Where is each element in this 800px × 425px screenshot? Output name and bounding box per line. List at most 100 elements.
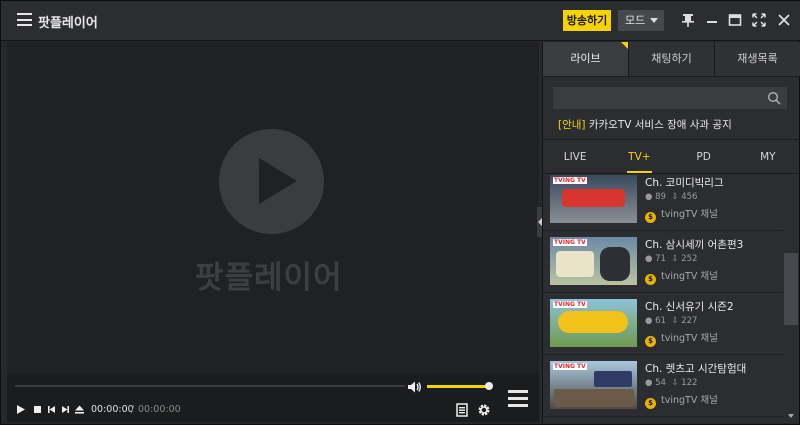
- video-area[interactable]: 팟플레이어: [7, 42, 539, 374]
- minimize-icon[interactable]: [704, 12, 720, 28]
- viewer-icon: ●: [645, 378, 653, 388]
- playlist-icon[interactable]: [455, 402, 469, 417]
- panel-tabs: 라이브 채팅하기 재생목록: [543, 42, 800, 77]
- search-input[interactable]: [553, 87, 787, 109]
- panel-list-toggle-icon[interactable]: [508, 390, 528, 407]
- thumbnail-art: [594, 371, 632, 387]
- like-count: 122: [681, 378, 698, 388]
- item-title: Ch. 신서유기 시즌2: [645, 301, 734, 313]
- play-icon[interactable]: [15, 404, 26, 415]
- channel-name: tvingTV 채널: [661, 395, 718, 406]
- eject-icon[interactable]: [74, 404, 85, 415]
- thumbnail-art: [562, 189, 625, 207]
- like-icon: ⇩: [671, 378, 679, 388]
- item-title: Ch. 코미디빅리그: [645, 177, 724, 189]
- previous-icon[interactable]: [46, 404, 57, 415]
- speaker-icon[interactable]: [407, 379, 422, 393]
- list-item[interactable]: TVING TV Ch. 삼시세끼 어촌편3 ● 71 ⇩ 252 $ tving…: [543, 231, 783, 293]
- thumbnail: TVING TV: [550, 175, 637, 223]
- list-item[interactable]: TVING TV Ch. 렛츠고 시간탐험대 ● 54 ⇩ 122 $ tving…: [543, 355, 783, 417]
- logo-text: 팟플레이어: [195, 260, 343, 296]
- seek-bar[interactable]: [15, 385, 405, 387]
- pin-icon[interactable]: [680, 12, 696, 28]
- next-icon[interactable]: [60, 404, 71, 415]
- caret-down-icon: [650, 18, 658, 23]
- side-panel: 라이브 채팅하기 재생목록 [안내] 카카오TV 서비스 장애 사과 공지 LI…: [542, 42, 800, 423]
- volume-knob[interactable]: [485, 382, 493, 390]
- hamburger-menu-icon[interactable]: [17, 13, 32, 26]
- control-bar: 00:00:00 / 00:00:00: [7, 374, 539, 422]
- play-icon-large[interactable]: [219, 129, 324, 234]
- tab-chat[interactable]: 채팅하기: [629, 42, 715, 76]
- channel-list: TVING TV Ch. 코미디빅리그 ● 89 ⇩ 456 $ tvingTV …: [543, 174, 783, 423]
- scrollbar-thumb[interactable]: [784, 253, 798, 325]
- thumbnail: TVING TV: [550, 237, 637, 285]
- tab-live[interactable]: 라이브: [543, 42, 629, 76]
- mode-label: 모드: [625, 14, 646, 27]
- viewer-count: 89: [655, 192, 666, 202]
- tving-logo: TVING TV: [553, 239, 587, 246]
- viewer-count: 61: [655, 316, 666, 326]
- thumbnail: TVING TV: [550, 361, 637, 409]
- like-icon: ⇩: [671, 316, 679, 326]
- like-icon: ⇩: [671, 254, 679, 264]
- tab-my[interactable]: MY: [736, 140, 800, 173]
- item-stats: ● 71 ⇩ 252: [645, 254, 697, 264]
- active-corner-marker: [621, 42, 628, 49]
- thumbnail-figure: [600, 247, 630, 281]
- viewer-icon: ●: [645, 254, 653, 264]
- category-tabs: LIVE TV+ PD MY: [543, 139, 800, 174]
- app-title: 팟플레이어: [38, 16, 98, 31]
- scroll-down-arrow-icon[interactable]: [788, 414, 794, 418]
- broadcast-button[interactable]: 방송하기: [563, 10, 611, 31]
- list-item[interactable]: TVING TV Ch. 코미디빅리그 ● 89 ⇩ 456 $ tvingTV …: [543, 174, 783, 231]
- item-stats: ● 54 ⇩ 122: [645, 378, 697, 388]
- search-icon[interactable]: [767, 91, 781, 105]
- stop-icon[interactable]: [32, 404, 43, 415]
- viewer-icon: ●: [645, 192, 653, 202]
- viewer-icon: ●: [645, 316, 653, 326]
- total-time: 00:00:00: [138, 404, 181, 415]
- item-title: Ch. 렛츠고 시간탐험대: [645, 363, 747, 375]
- notice-banner[interactable]: [안내] 카카오TV 서비스 장애 사과 공지: [558, 117, 732, 132]
- like-icon: ⇩: [671, 192, 679, 202]
- tab-live-category[interactable]: LIVE: [543, 140, 607, 173]
- tab-label: 라이브: [570, 52, 601, 65]
- notice-tag: [안내]: [558, 119, 586, 131]
- notice-text: 카카오TV 서비스 장애 사과 공지: [588, 119, 732, 131]
- title-bar: 팟플레이어 방송하기 모드: [1, 1, 800, 41]
- current-time: 00:00:00: [91, 404, 134, 415]
- item-channel: $ tvingTV 채널: [645, 206, 718, 223]
- coin-icon: $: [645, 212, 656, 223]
- tab-tvplus[interactable]: TV+: [607, 140, 671, 173]
- tving-logo: TVING TV: [553, 363, 587, 370]
- volume-slider[interactable]: [427, 382, 493, 390]
- coin-icon: $: [645, 336, 656, 347]
- thumbnail-art: [556, 251, 594, 277]
- time-separator: /: [131, 404, 135, 415]
- tab-pd[interactable]: PD: [672, 140, 736, 173]
- channel-name: tvingTV 채널: [661, 271, 718, 282]
- list-item[interactable]: TVING TV Ch. 신서유기 시즌2 ● 61 ⇩ 227 $ tvingT…: [543, 293, 783, 355]
- maximize-icon[interactable]: [727, 12, 743, 28]
- channel-name: tvingTV 채널: [661, 333, 718, 344]
- item-channel: $ tvingTV 채널: [645, 330, 718, 347]
- like-count: 252: [681, 254, 698, 264]
- tving-logo: TVING TV: [553, 301, 587, 308]
- coin-icon: $: [645, 274, 656, 285]
- settings-gear-icon[interactable]: [477, 402, 491, 416]
- item-stats: ● 89 ⇩ 456: [645, 192, 697, 202]
- fullscreen-icon[interactable]: [751, 12, 767, 28]
- channel-name: tvingTV 채널: [661, 209, 718, 220]
- item-channel: $ tvingTV 채널: [645, 268, 718, 285]
- item-title: Ch. 삼시세끼 어촌편3: [645, 239, 744, 251]
- tab-playlist[interactable]: 재생목록: [715, 42, 800, 76]
- coin-icon: $: [645, 398, 656, 409]
- thumbnail-art: [558, 311, 628, 333]
- volume-level: [427, 385, 489, 388]
- mode-dropdown[interactable]: 모드: [618, 10, 664, 31]
- like-count: 456: [681, 192, 698, 202]
- close-icon[interactable]: [776, 12, 792, 28]
- item-stats: ● 61 ⇩ 227: [645, 316, 697, 326]
- thumbnail: TVING TV: [550, 299, 637, 347]
